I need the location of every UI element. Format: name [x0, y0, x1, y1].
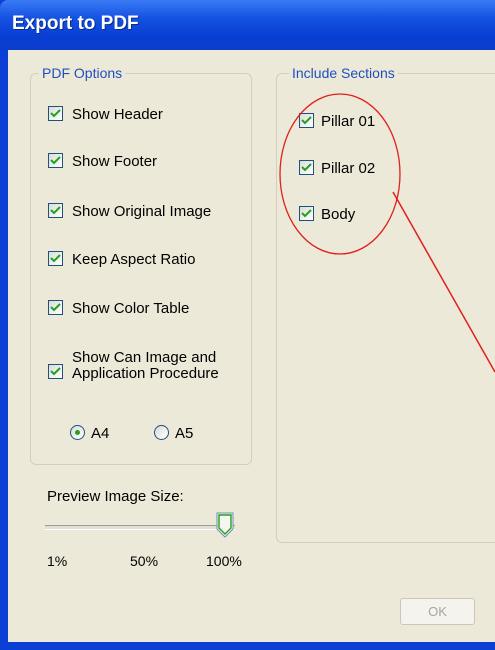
checkbox-box[interactable] — [48, 300, 63, 315]
show-header-label: Show Header — [72, 106, 163, 123]
include-sections-group: Include Sections — [276, 65, 495, 543]
checkbox-box[interactable] — [299, 113, 314, 128]
check-icon — [301, 163, 312, 172]
show-original-image-label: Show Original Image — [72, 203, 212, 220]
window-frame-bottom — [0, 642, 495, 650]
check-icon — [50, 206, 61, 215]
title-bar[interactable]: Export to PDF — [0, 0, 495, 50]
radio-selected-dot — [75, 430, 80, 435]
radio-a5-label: A5 — [175, 425, 194, 442]
check-icon — [301, 116, 312, 125]
checkbox-box[interactable] — [48, 364, 63, 379]
show-color-table-checkbox[interactable]: Show Color Table — [48, 300, 189, 317]
radio-a4[interactable]: A4 — [70, 425, 109, 442]
show-footer-label: Show Footer — [72, 153, 158, 170]
slider-tick-1: 1% — [47, 553, 68, 569]
slider-tick-100: 100% — [206, 553, 242, 569]
section-body-checkbox[interactable]: Body — [299, 206, 355, 223]
checkbox-box[interactable] — [48, 203, 63, 218]
preview-size-label: Preview Image Size: — [47, 488, 184, 505]
ok-button[interactable]: OK — [400, 598, 475, 625]
check-icon — [50, 303, 61, 312]
section-pillar-02-checkbox[interactable]: Pillar 02 — [299, 160, 375, 177]
check-icon — [50, 109, 61, 118]
checkbox-box[interactable] — [48, 251, 63, 266]
checkbox-box[interactable] — [48, 106, 63, 121]
window-frame-left — [0, 50, 8, 650]
check-icon — [50, 156, 61, 165]
preview-slider-thumb[interactable] — [216, 512, 234, 538]
radio-a4-label: A4 — [91, 425, 110, 442]
radio-a4-circle[interactable] — [70, 425, 85, 440]
keep-aspect-ratio-label: Keep Aspect Ratio — [72, 251, 196, 268]
section-pillar-01-checkbox[interactable]: Pillar 01 — [299, 113, 375, 130]
show-original-image-checkbox[interactable]: Show Original Image — [48, 203, 211, 220]
preview-slider-track[interactable] — [45, 525, 235, 530]
pdf-options-group: PDF Options — [30, 65, 252, 465]
keep-aspect-ratio-checkbox[interactable]: Keep Aspect Ratio — [48, 251, 195, 268]
window-title: Export to PDF — [12, 13, 139, 34]
checkbox-box[interactable] — [299, 206, 314, 221]
pdf-options-legend: PDF Options — [39, 65, 126, 81]
show-can-image-checkbox[interactable]: Show Can Image and Application Procedure — [48, 350, 219, 382]
section-pillar-02-label: Pillar 02 — [321, 160, 376, 177]
radio-a5-circle[interactable] — [154, 425, 169, 440]
checkbox-box[interactable] — [48, 153, 63, 168]
check-icon — [50, 254, 61, 263]
show-header-checkbox[interactable]: Show Header — [48, 106, 163, 123]
checkbox-box[interactable] — [299, 160, 314, 175]
radio-a5[interactable]: A5 — [154, 425, 193, 442]
section-pillar-01-label: Pillar 01 — [321, 113, 376, 130]
check-icon — [50, 367, 61, 376]
show-can-image-label: Show Can Image and Application Procedure — [72, 349, 219, 382]
section-body-label: Body — [321, 206, 356, 223]
include-sections-legend: Include Sections — [289, 65, 398, 81]
check-icon — [301, 209, 312, 218]
slider-tick-50: 50% — [130, 553, 159, 569]
show-footer-checkbox[interactable]: Show Footer — [48, 153, 157, 170]
show-color-table-label: Show Color Table — [72, 300, 190, 317]
